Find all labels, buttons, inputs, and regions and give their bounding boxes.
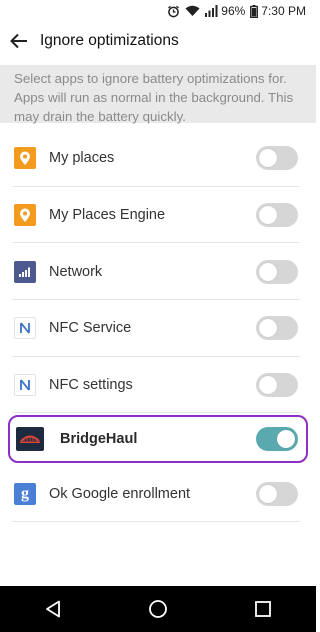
location-pin-icon (14, 147, 36, 170)
toggle-switch[interactable] (256, 373, 298, 398)
app-bar: Ignore optimizations (0, 22, 316, 60)
toggle-switch[interactable] (256, 427, 298, 452)
toggle-switch[interactable] (256, 203, 298, 228)
toggle-switch[interactable] (256, 146, 298, 171)
battery-icon (250, 4, 259, 18)
list-item-nfc-settings[interactable]: NFC settings (0, 357, 316, 414)
signal-bars-icon (14, 260, 36, 283)
nfc-icon (14, 317, 36, 340)
back-triangle-icon[interactable] (33, 589, 73, 629)
status-bar: 96% 7:30 PM (0, 0, 316, 22)
list-item-nfc-service[interactable]: NFC Service (0, 300, 316, 357)
list-item-my-places[interactable]: My places (0, 130, 316, 187)
location-pin-icon (14, 204, 36, 227)
wifi-icon (185, 5, 200, 17)
home-circle-icon[interactable] (138, 589, 178, 629)
list-item-bridgehaul[interactable]: BridgeHaul (8, 415, 308, 464)
navigation-bar (0, 586, 316, 632)
google-g-icon: g (14, 482, 36, 505)
list-item-ok-google-enrollment[interactable]: g Ok Google enrollment (0, 465, 316, 522)
page-title: Ignore optimizations (40, 32, 179, 49)
signal-icon (205, 5, 218, 17)
toggle-switch[interactable] (256, 481, 298, 506)
toggle-switch[interactable] (256, 259, 298, 284)
bridgehaul-logo-icon (16, 427, 44, 452)
status-time: 7:30 PM (261, 4, 306, 18)
toggle-switch[interactable] (256, 316, 298, 341)
nfc-icon (14, 374, 36, 397)
list-item-my-places-engine[interactable]: My Places Engine (0, 187, 316, 244)
alarm-icon (167, 5, 180, 18)
back-arrow-icon[interactable] (8, 30, 30, 52)
recents-square-icon[interactable] (243, 589, 283, 629)
description-text: Select apps to ignore battery optimizati… (0, 65, 316, 124)
list-item-network[interactable]: Network (0, 243, 316, 300)
battery-percent: 96% (221, 4, 246, 18)
app-list: My places My Places Engine Network NFC S… (0, 130, 316, 522)
